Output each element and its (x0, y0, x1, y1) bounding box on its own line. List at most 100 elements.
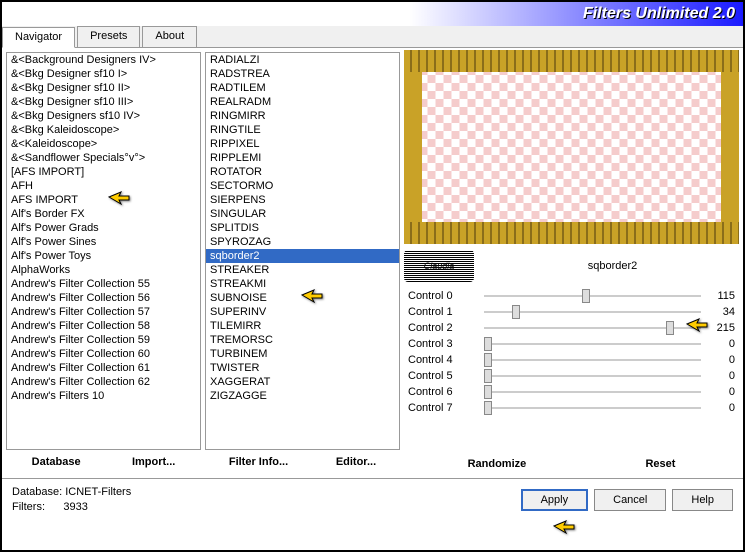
control-slider[interactable] (484, 353, 701, 367)
category-item[interactable]: &<Bkg Kaleidoscope> (7, 123, 200, 137)
control-row: Control 70 (404, 400, 739, 416)
control-row: Control 134 (404, 304, 739, 320)
filter-item[interactable]: RADSTREA (206, 67, 399, 81)
control-label: Control 6 (408, 386, 478, 398)
filter-item[interactable]: ZIGZAGGE (206, 389, 399, 403)
filter-item[interactable]: TREMORSC (206, 333, 399, 347)
control-label: Control 0 (408, 290, 478, 302)
slider-thumb[interactable] (512, 305, 520, 319)
category-column: &<Background Designers IV>&<Bkg Designer… (6, 52, 201, 474)
filter-item[interactable]: SINGULAR (206, 207, 399, 221)
filter-item[interactable]: TWISTER (206, 361, 399, 375)
filter-info-button[interactable]: Filter Info... (229, 456, 288, 468)
randomize-button[interactable]: Randomize (468, 458, 527, 470)
category-item[interactable]: AFH (7, 179, 200, 193)
slider-thumb[interactable] (666, 321, 674, 335)
filter-item[interactable]: XAGGERAT (206, 375, 399, 389)
tab-presets[interactable]: Presets (77, 26, 140, 47)
preview-column: Claudia sqborder2 Control 0115Control 13… (404, 52, 739, 474)
control-row: Control 40 (404, 352, 739, 368)
filter-item[interactable]: STREAKMI (206, 277, 399, 291)
filter-item[interactable]: SECTORMO (206, 179, 399, 193)
filter-item[interactable]: TILEMIRR (206, 319, 399, 333)
category-item[interactable]: &<Bkg Designer sf10 II> (7, 81, 200, 95)
control-label: Control 2 (408, 322, 478, 334)
status-bar: Database: ICNET-Filters Filters: 3933 Ap… (2, 478, 743, 522)
filter-item[interactable]: RINGMIRR (206, 109, 399, 123)
dialog-buttons: Apply Cancel Help (521, 489, 733, 511)
category-item[interactable]: Alf's Power Grads (7, 221, 200, 235)
filter-item[interactable]: SPYROZAG (206, 235, 399, 249)
tab-about[interactable]: About (142, 26, 197, 47)
filter-item[interactable]: RADIALZI (206, 53, 399, 67)
category-item[interactable]: [AFS IMPORT] (7, 165, 200, 179)
category-item[interactable]: AlphaWorks (7, 263, 200, 277)
control-value: 0 (707, 402, 735, 414)
control-slider[interactable] (484, 305, 701, 319)
category-item[interactable]: &<Bkg Designers sf10 IV> (7, 109, 200, 123)
category-item[interactable]: &<Kaleidoscope> (7, 137, 200, 151)
import-button[interactable]: Import... (132, 456, 175, 468)
filter-item[interactable]: SUBNOISE (206, 291, 399, 305)
slider-thumb[interactable] (484, 401, 492, 415)
control-row: Control 30 (404, 336, 739, 352)
control-label: Control 4 (408, 354, 478, 366)
filter-item[interactable]: RINGTILE (206, 123, 399, 137)
control-slider[interactable] (484, 321, 701, 335)
filter-item[interactable]: REALRADM (206, 95, 399, 109)
slider-thumb[interactable] (484, 385, 492, 399)
filter-list[interactable]: RADIALZIRADSTREARADTILEMREALRADMRINGMIRR… (205, 52, 400, 450)
editor-button[interactable]: Editor... (336, 456, 376, 468)
category-item[interactable]: Andrew's Filter Collection 56 (7, 291, 200, 305)
category-item[interactable]: Andrew's Filter Collection 62 (7, 375, 200, 389)
control-slider[interactable] (484, 337, 701, 351)
control-slider[interactable] (484, 401, 701, 415)
control-slider[interactable] (484, 369, 701, 383)
reset-button[interactable]: Reset (645, 458, 675, 470)
apply-button[interactable]: Apply (521, 489, 589, 511)
slider-thumb[interactable] (582, 289, 590, 303)
filter-item[interactable]: SUPERINV (206, 305, 399, 319)
category-item[interactable]: Andrew's Filter Collection 61 (7, 361, 200, 375)
tab-navigator[interactable]: Navigator (2, 27, 75, 48)
control-slider[interactable] (484, 385, 701, 399)
filter-item[interactable]: sqborder2 (206, 249, 399, 263)
category-item[interactable]: Andrew's Filter Collection 55 (7, 277, 200, 291)
cancel-button[interactable]: Cancel (594, 489, 666, 511)
category-item[interactable]: &<Bkg Designer sf10 III> (7, 95, 200, 109)
filter-item[interactable]: SPLITDIS (206, 221, 399, 235)
titlebar: Filters Unlimited 2.0 (2, 2, 743, 26)
filter-item[interactable]: TURBINEM (206, 347, 399, 361)
category-item[interactable]: Alf's Power Toys (7, 249, 200, 263)
category-item[interactable]: Andrew's Filter Collection 58 (7, 319, 200, 333)
category-item[interactable]: Andrew's Filter Collection 60 (7, 347, 200, 361)
category-item[interactable]: Alf's Power Sines (7, 235, 200, 249)
category-item[interactable]: &<Bkg Designer sf10 I> (7, 67, 200, 81)
category-item[interactable]: Andrew's Filter Collection 59 (7, 333, 200, 347)
control-row: Control 2215 (404, 320, 739, 336)
category-item[interactable]: &<Background Designers IV> (7, 53, 200, 67)
filter-item[interactable]: RADTILEM (206, 81, 399, 95)
control-label: Control 5 (408, 370, 478, 382)
slider-thumb[interactable] (484, 369, 492, 383)
category-item[interactable]: Andrew's Filter Collection 57 (7, 305, 200, 319)
category-item[interactable]: Andrew's Filters 10 (7, 389, 200, 403)
filter-column: RADIALZIRADSTREARADTILEMREALRADMRINGMIRR… (205, 52, 400, 474)
category-item[interactable]: Alf's Border FX (7, 207, 200, 221)
control-slider[interactable] (484, 289, 701, 303)
db-value: ICNET-Filters (65, 486, 131, 498)
author-badge: Claudia (404, 250, 474, 282)
filter-item[interactable]: SIERPENS (206, 193, 399, 207)
filter-item[interactable]: RIPPLEMI (206, 151, 399, 165)
category-list[interactable]: &<Background Designers IV>&<Bkg Designer… (6, 52, 201, 450)
category-item[interactable]: &<Sandflower Specials°v°> (7, 151, 200, 165)
slider-thumb[interactable] (484, 353, 492, 367)
category-item[interactable]: AFS IMPORT (7, 193, 200, 207)
database-button[interactable]: Database (32, 456, 81, 468)
filter-item[interactable]: RIPPIXEL (206, 137, 399, 151)
slider-thumb[interactable] (484, 337, 492, 351)
control-row: Control 60 (404, 384, 739, 400)
filter-item[interactable]: STREAKER (206, 263, 399, 277)
help-button[interactable]: Help (672, 489, 733, 511)
filter-item[interactable]: ROTATOR (206, 165, 399, 179)
